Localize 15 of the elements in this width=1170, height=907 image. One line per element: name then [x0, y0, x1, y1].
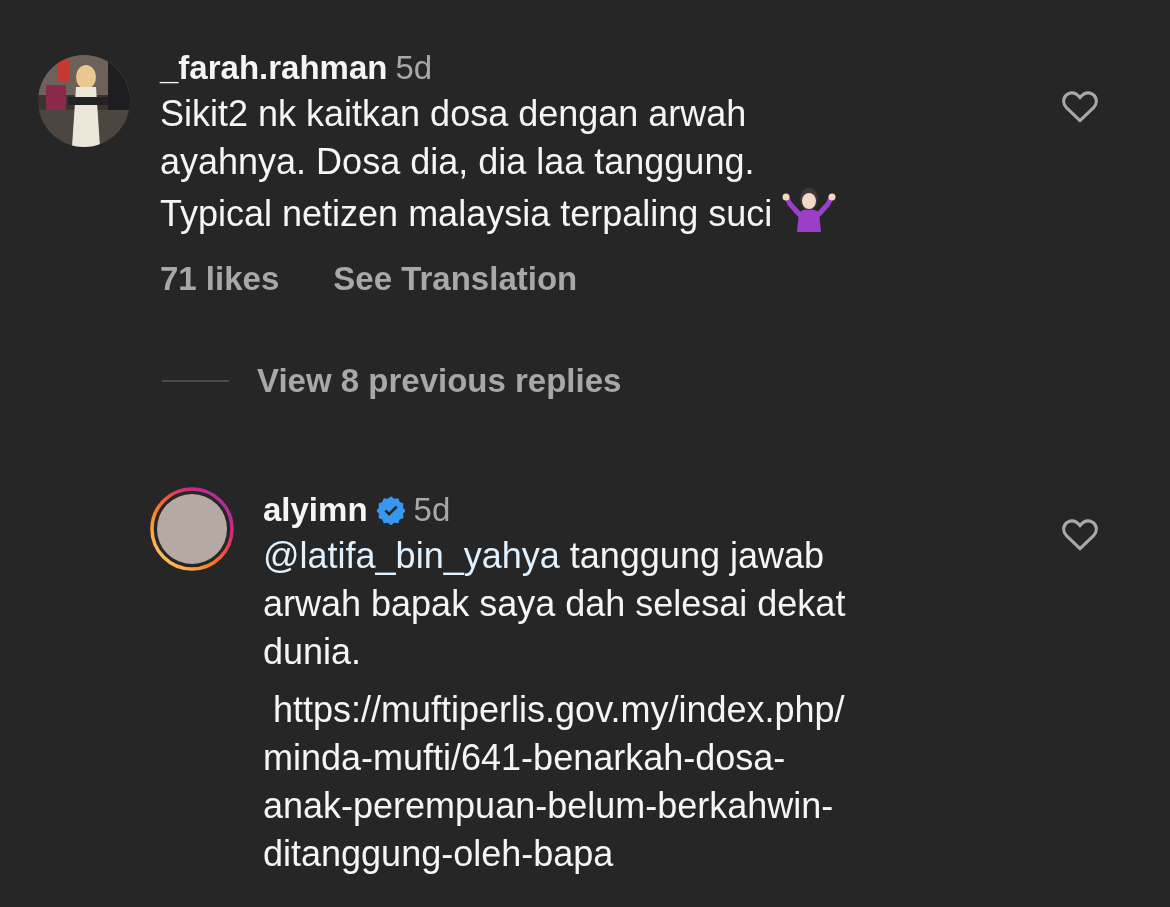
mention-link[interactable]: @latifa_bin_yahya — [263, 535, 560, 576]
heart-icon[interactable] — [1061, 89, 1099, 123]
username[interactable]: alyimn — [263, 491, 368, 529]
likes-count[interactable]: 71 likes — [160, 260, 280, 298]
heart-icon[interactable] — [1061, 517, 1099, 551]
timestamp: 5d — [395, 49, 433, 87]
url-text: https://muftiperlis.gov.my/index.php/ minda-mufti/641-benarkah-dosa- anak-perempuan-belum-berkahwin- ditanggung-oleh-bapa — [263, 688, 846, 876]
shrug-person-icon — [782, 188, 836, 232]
timestamp: 5d — [413, 491, 451, 529]
comment-text: Sikit2 nk kaitkan dosa dengan arwah ayahnya. Dosa dia, dia laa tanggung. Typical netizen malaysia terpaling suci — [160, 90, 1031, 238]
reply-text: @latifa_bin_yahya tanggung jawab arwah bapak saya dah selesai dekat dunia. — [263, 534, 847, 674]
username[interactable]: _farah.rahman — [160, 49, 388, 87]
see-translation-link[interactable]: See Translation — [333, 260, 578, 298]
view-replies-link[interactable]: View 8 previous replies — [257, 362, 622, 400]
avatar[interactable] — [150, 487, 234, 571]
